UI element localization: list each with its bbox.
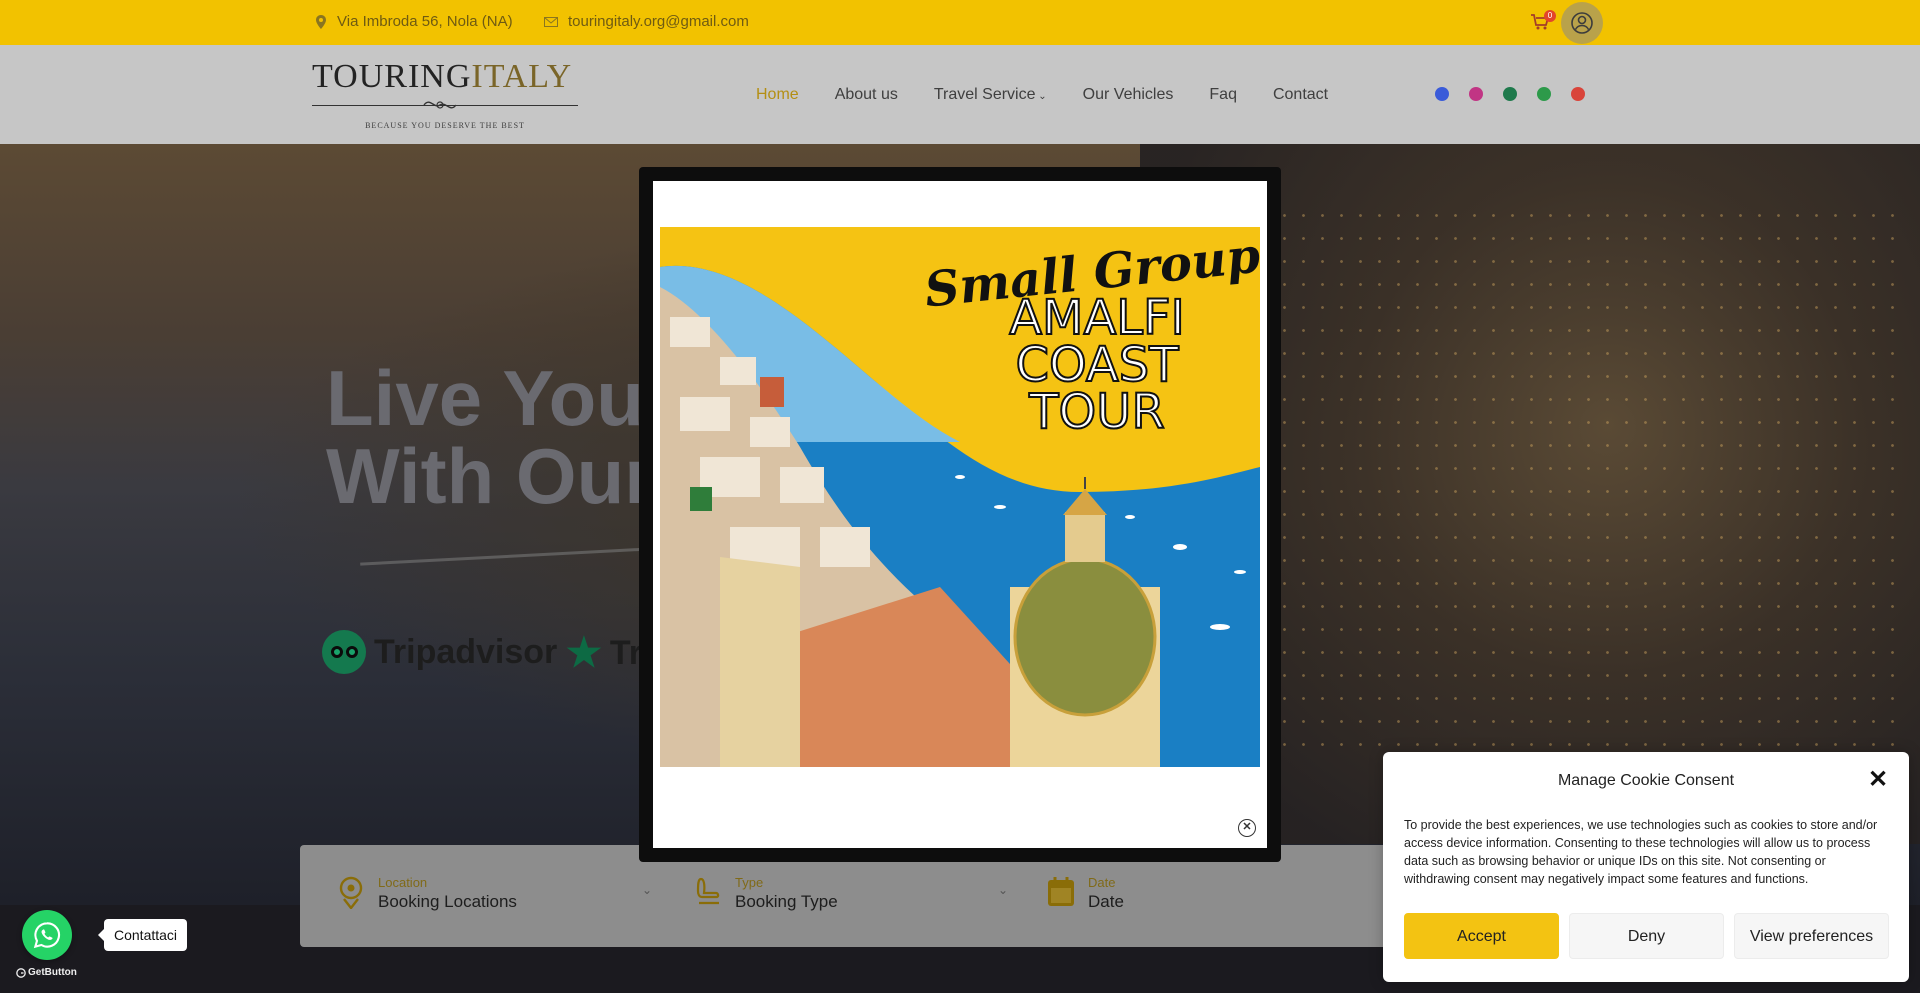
popup-close-button[interactable]: ✕ [1238, 819, 1256, 837]
cookie-deny-button[interactable]: Deny [1569, 913, 1724, 959]
tripadvisor-badge[interactable]: Tripadvisor [322, 630, 557, 674]
logo-ornament-icon [423, 101, 457, 109]
hero-title: Live Your With Our [326, 359, 674, 515]
booking-location-label: Location [378, 875, 428, 890]
location-icon [339, 876, 363, 909]
tripadvisor-owl-icon [322, 630, 366, 674]
site-header: TOURINGITALY BECAUSE YOU DESERVE THE BES… [0, 45, 1920, 144]
getbutton-logo-icon [16, 967, 26, 978]
hero-town-lights [1180, 204, 1900, 764]
whatsapp-button[interactable] [22, 910, 72, 960]
star-icon: ★ [566, 631, 602, 675]
whatsapp-icon [33, 922, 61, 949]
type-chevron-icon: ⌄ [998, 883, 1009, 897]
google-icon[interactable] [1571, 87, 1585, 101]
promo-line4: TOUR [1028, 384, 1165, 440]
nav-item-contact[interactable]: Contact [1273, 86, 1328, 104]
promo-image[interactable]: Small Group AMALFI COAST TOUR [660, 227, 1260, 767]
map-pin-icon [316, 14, 326, 29]
address-text: Via Imbroda 56, Nola (NA) [337, 13, 513, 30]
hero-title-line2: With Our [326, 432, 655, 520]
top-bar: Via Imbroda 56, Nola (NA) touringitaly.o… [0, 0, 1920, 45]
nav-item-travel-service[interactable]: Travel Service ⌄ [934, 86, 1047, 104]
cart-count-badge: 0 [1544, 10, 1556, 22]
logo-main-text: TOURING [312, 58, 472, 95]
tripadvisor-text: Tripadvisor [374, 632, 558, 671]
logo-tagline: BECAUSE YOU DESERVE THE BEST [365, 121, 525, 130]
user-icon [1571, 12, 1593, 34]
cookie-title: Manage Cookie Consent [1557, 772, 1735, 789]
envelope-icon [544, 16, 558, 27]
instagram-icon[interactable] [1469, 87, 1483, 101]
address-item: Via Imbroda 56, Nola (NA) [315, 13, 513, 30]
main-nav: Home About us Travel Service ⌄ Our Vehic… [756, 86, 1364, 104]
tripadvisor-icon[interactable] [1503, 87, 1517, 101]
social-links [1435, 87, 1585, 101]
nav-item-travel-service-label: Travel Service [933, 86, 1036, 103]
site-logo[interactable]: TOURINGITALY BECAUSE YOU DESERVE THE BES… [312, 59, 578, 135]
close-icon: ✕ [1242, 821, 1252, 833]
cookie-consent-dialog: Manage Cookie Consent ✕ To provide the b… [1383, 752, 1909, 982]
account-button[interactable] [1561, 2, 1603, 44]
booking-date-field[interactable]: Date Date [1046, 875, 1124, 912]
close-icon: ✕ [1868, 766, 1889, 793]
getbutton-text: GetButton [28, 967, 77, 978]
booking-type-field[interactable]: Type Booking Type [693, 875, 838, 912]
booking-type-value: Booking Type [735, 892, 838, 911]
chevron-down-icon: ⌄ [1035, 91, 1047, 102]
cookie-close-button[interactable]: ✕ [1868, 768, 1888, 792]
cookie-accept-button[interactable]: Accept [1404, 913, 1559, 959]
whatsapp-social-icon[interactable] [1537, 87, 1551, 101]
email-link[interactable]: touringitaly.org@gmail.com [568, 13, 749, 30]
whatsapp-label[interactable]: Contattaci [97, 919, 188, 951]
facebook-icon[interactable] [1435, 87, 1449, 101]
nav-item-vehicles[interactable]: Our Vehicles [1083, 86, 1174, 104]
booking-location-field[interactable]: Location Booking Locations [336, 875, 517, 912]
cookie-preferences-button[interactable]: View preferences [1734, 913, 1889, 959]
booking-type-label: Type [735, 875, 764, 890]
calendar-icon [1048, 877, 1074, 906]
car-seat-icon [696, 877, 720, 905]
cookie-description: To provide the best experiences, we use … [1404, 818, 1878, 886]
booking-location-value: Booking Locations [378, 892, 517, 911]
email-item[interactable]: touringitaly.org@gmail.com [544, 13, 749, 30]
location-chevron-icon: ⌄ [642, 883, 653, 897]
getbutton-credit[interactable]: GetButton [16, 967, 77, 978]
nav-item-faq[interactable]: Faq [1209, 86, 1237, 104]
nav-item-about[interactable]: About us [835, 86, 898, 104]
logo-accent-text: ITALY [471, 58, 573, 95]
hero-title-line1: Live Your [326, 354, 675, 442]
nav-item-home[interactable]: Home [756, 86, 799, 104]
booking-date-label: Date [1088, 875, 1116, 890]
booking-date-value: Date [1088, 892, 1124, 911]
